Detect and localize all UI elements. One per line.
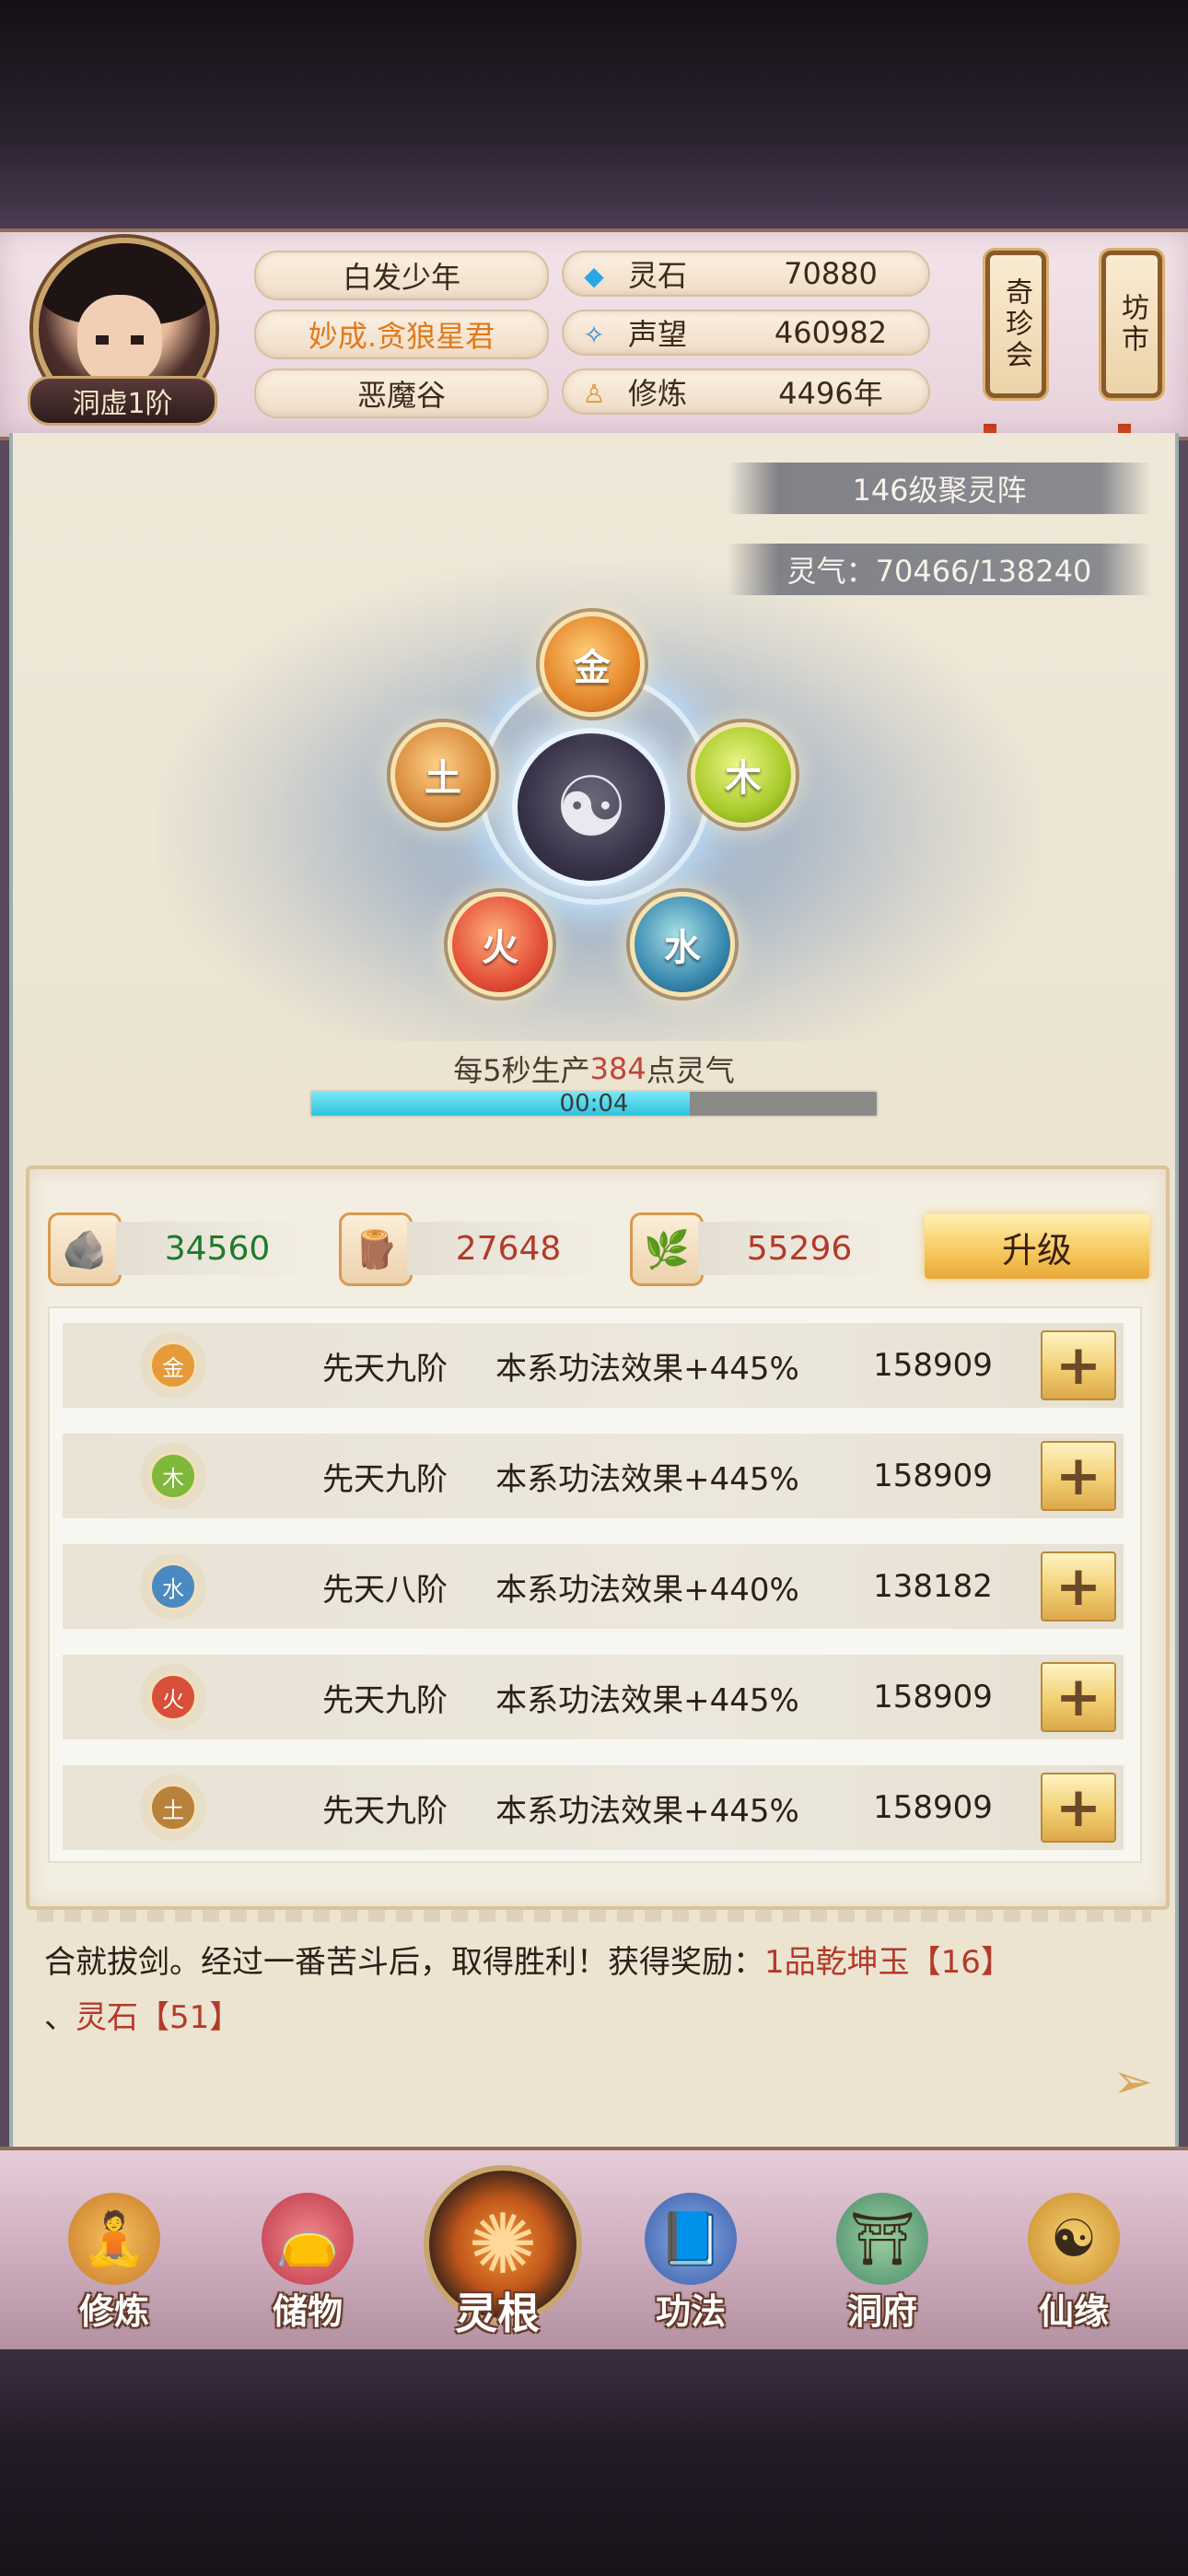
nav-cave[interactable]: ⛩ 洞府 (809, 2184, 956, 2340)
log-reward-1: 1品乾坤玉【16】 (764, 1944, 1012, 1981)
element-row-wood: 木 先天九阶 本系功法效果+445% 158909 + (63, 1434, 1124, 1518)
orb-water[interactable]: 水 (630, 892, 735, 997)
produce-value: 384 (589, 1051, 646, 1086)
battle-log: 合就拔剑。经过一番苦斗后，取得胜利！获得奖励：1品乾坤玉【16】、灵石【51】 (44, 1935, 1140, 2045)
stat-value: 460982 (774, 315, 888, 350)
resource-value: 55296 (746, 1229, 853, 1268)
stat-label: 声望 (628, 317, 688, 352)
next-arrow-icon[interactable]: ➢ (1105, 2055, 1160, 2110)
player-sect: 恶魔谷 (254, 369, 549, 418)
log-separator: 、 (44, 1999, 76, 2036)
earth-orb-icon: 土 (149, 1784, 197, 1832)
orb-wood[interactable]: 木 (691, 722, 796, 827)
row-cost: 158909 (873, 1679, 993, 1715)
stat-label: 灵石 (628, 258, 688, 293)
yin-yang-icon[interactable]: ☯ (512, 728, 670, 886)
treasure-fair-button[interactable]: 奇珍会 (985, 251, 1046, 398)
row-cost: 138182 (873, 1568, 993, 1605)
bottom-background (0, 2349, 1188, 2576)
log-text: 合就拔剑。经过一番苦斗后，取得胜利！获得奖励： (44, 1944, 764, 1981)
nav-cultivate[interactable]: 🧘 修炼 (41, 2184, 188, 2340)
log-reward-2: 灵石【51】 (76, 1999, 241, 2036)
element-row-earth: 土 先天九阶 本系功法效果+445% 158909 + (63, 1765, 1124, 1850)
produce-suffix: 点灵气 (646, 1053, 735, 1088)
nav-label: 洞府 (846, 2291, 917, 2332)
plus-button[interactable]: + (1041, 1441, 1116, 1511)
row-rank: 先天九阶 (322, 1792, 448, 1830)
resource-value: 27648 (455, 1229, 562, 1268)
herb-icon: 🌿 (630, 1212, 704, 1286)
market-button[interactable]: 坊市 (1101, 251, 1162, 398)
resource-herb-amount: 55296 (698, 1222, 901, 1275)
resource-value: 34560 (164, 1229, 271, 1268)
plus-button[interactable]: + (1041, 1662, 1116, 1732)
nav-immortal-fate[interactable]: ☯ 仙缘 (1000, 2184, 1147, 2340)
stat-value: 4496年 (778, 376, 883, 411)
stat-spirit-stone: ◆ 灵石 70880 (562, 251, 930, 297)
wood-icon: 🪵 (339, 1212, 413, 1286)
row-rank: 先天九阶 (322, 1350, 448, 1388)
orb-earth[interactable]: 土 (390, 722, 495, 827)
upgrade-button[interactable]: 升级 (925, 1214, 1149, 1279)
nav-label: 修炼 (78, 2291, 149, 2332)
formation-level-banner: 146级聚灵阵 (728, 463, 1151, 514)
technique-book-icon: 📘 (645, 2193, 737, 2285)
row-rank: 先天八阶 (322, 1571, 448, 1609)
row-effect: 本系功法效果+440% (495, 1571, 799, 1609)
nav-label: 储物 (272, 2291, 343, 2332)
resource-ore-amount: 34560 (116, 1222, 319, 1275)
cultivate-icon: 🧘 (68, 2193, 160, 2285)
produce-prefix: 每5秒生产 (453, 1053, 590, 1088)
plus-button[interactable]: + (1041, 1551, 1116, 1622)
orb-metal[interactable]: 金 (540, 612, 645, 717)
immortal-fate-icon: ☯ (1028, 2193, 1120, 2285)
avatar-eyes (96, 335, 144, 345)
spirit-stone-icon: ◆ (584, 260, 604, 291)
prestige-icon: ✧ (583, 319, 605, 350)
stat-label: 修炼 (628, 376, 688, 411)
row-rank: 先天九阶 (322, 1460, 448, 1498)
production-timer-bar: 00:04 (309, 1090, 879, 1118)
nav-label: 功法 (655, 2291, 726, 2332)
nav-label: 仙缘 (1038, 2291, 1109, 2332)
wood-orb-icon: 木 (149, 1452, 197, 1500)
row-cost: 158909 (873, 1789, 993, 1826)
water-orb-icon: 水 (149, 1563, 197, 1610)
row-effect: 本系功法效果+445% (495, 1460, 799, 1498)
stat-prestige: ✧ 声望 460982 (562, 310, 930, 356)
production-rate-text: 每5秒生产 384 点灵气 (313, 1046, 875, 1092)
row-rank: 先天九阶 (322, 1681, 448, 1719)
cultivation-icon: ♙ (582, 378, 606, 409)
row-cost: 158909 (873, 1347, 993, 1384)
top-background (0, 0, 1188, 230)
row-effect: 本系功法效果+445% (495, 1792, 799, 1830)
realm-badge: 洞虚1阶 (28, 376, 217, 426)
plus-button[interactable]: + (1041, 1773, 1116, 1843)
ore-icon: 🪨 (48, 1212, 122, 1286)
cave-dwelling-icon: ⛩ (836, 2193, 928, 2285)
fire-orb-icon: 火 (149, 1673, 197, 1721)
nav-spirit-root-label[interactable]: 灵根 (424, 2280, 571, 2341)
stat-value: 70880 (784, 256, 878, 291)
element-row-fire: 火 先天九阶 本系功法效果+445% 158909 + (63, 1655, 1124, 1739)
row-effect: 本系功法效果+445% (495, 1350, 799, 1388)
stat-cultivation: ♙ 修炼 4496年 (562, 369, 930, 415)
plus-button[interactable]: + (1041, 1330, 1116, 1400)
storage-bag-icon: 👝 (262, 2193, 354, 2285)
timer-text: 00:04 (559, 1090, 629, 1118)
element-row-metal: 金 先天九阶 本系功法效果+445% 158909 + (63, 1323, 1124, 1408)
orb-fire[interactable]: 火 (448, 892, 553, 997)
nav-technique[interactable]: 📘 功法 (617, 2184, 764, 2340)
row-effect: 本系功法效果+445% (495, 1681, 799, 1719)
player-name: 白发少年 (254, 251, 549, 300)
element-row-water: 水 先天八阶 本系功法效果+440% 138182 + (63, 1544, 1124, 1629)
nav-storage[interactable]: 👝 储物 (234, 2184, 381, 2340)
metal-orb-icon: 金 (149, 1341, 197, 1389)
player-title[interactable]: 妙成.贪狼星君 (254, 310, 549, 359)
resource-wood-amount: 27648 (407, 1222, 610, 1275)
row-cost: 158909 (873, 1458, 993, 1494)
ornamental-divider (37, 1909, 1151, 1922)
